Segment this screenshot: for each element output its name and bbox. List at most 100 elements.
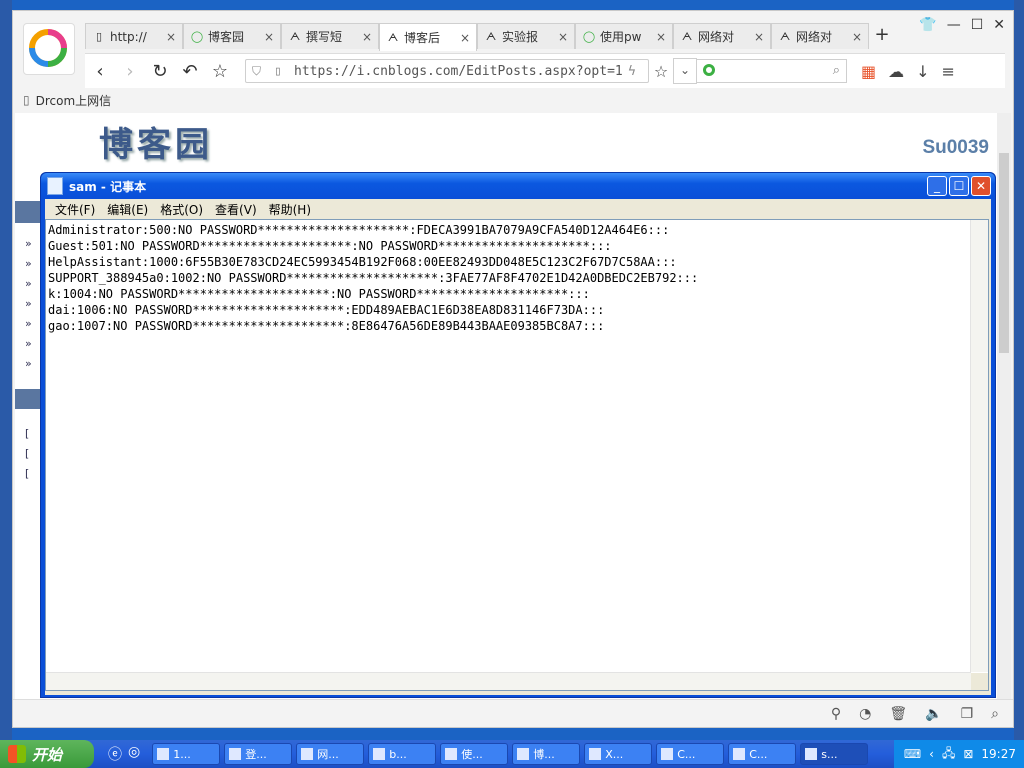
tab-5[interactable]: ◯ 使用pw × [575, 23, 673, 49]
close-icon[interactable]: × [754, 30, 764, 44]
favorite-star-icon[interactable]: ☆ [649, 62, 673, 81]
task-button[interactable]: 网... [296, 743, 365, 765]
side-link-bullet[interactable]: » [25, 277, 32, 290]
close-icon[interactable]: × [852, 30, 862, 44]
text-content[interactable]: Administrator:500:NO PASSWORD***********… [48, 222, 966, 668]
minimize-icon[interactable]: — [947, 17, 961, 33]
trash-icon[interactable]: 🗑 [889, 706, 907, 722]
menu-view[interactable]: 查看(V) [209, 201, 263, 218]
side-link-bullet[interactable]: » [25, 237, 32, 250]
url-text[interactable]: https://i.cnblogs.com/EditPosts.aspx?opt… [294, 64, 628, 79]
task-label: s... [821, 747, 838, 761]
close-icon[interactable]: × [166, 30, 176, 44]
side-link-bullet[interactable]: » [25, 337, 32, 350]
search-icon[interactable]: ⌕ [833, 63, 840, 78]
menu-file[interactable]: 文件(F) [49, 201, 101, 218]
side-link-bullet[interactable]: » [25, 357, 32, 370]
start-button[interactable]: 开始 [0, 740, 94, 768]
browser-icon[interactable]: ◎ [128, 744, 140, 764]
bookmark-item[interactable]: Drcom上网信 [36, 92, 112, 109]
speed-icon[interactable]: ◔ [859, 706, 871, 722]
menu-icon[interactable]: ≡ [942, 62, 955, 81]
tab-1[interactable]: ◯ 博客园 × [183, 23, 281, 49]
tab-0[interactable]: ▯ http:// × [85, 23, 183, 49]
task-button[interactable]: b... [368, 743, 437, 765]
close-icon[interactable]: × [264, 30, 274, 44]
download-icon[interactable]: ↓ [916, 62, 929, 81]
bookmark-star-button[interactable]: ☆ [205, 61, 235, 82]
task-label: 博... [533, 748, 555, 761]
cnblogs-logo[interactable]: 博客园 [99, 117, 213, 166]
network-icon[interactable]: 🖧 [942, 744, 955, 765]
resize-grip[interactable] [971, 673, 988, 690]
notepad-icon [301, 748, 314, 760]
tab-3[interactable]: ᗅ 博客后 × [379, 23, 477, 51]
tab-6[interactable]: ᗅ 网络对 × [673, 23, 771, 49]
forward-button[interactable]: › [115, 61, 145, 82]
task-label: C... [677, 747, 696, 761]
side-link-bullet[interactable]: » [25, 297, 32, 310]
task-button[interactable]: 博... [512, 743, 581, 765]
tab-2[interactable]: ᗅ 撰写短 × [281, 23, 379, 49]
volume-icon[interactable]: 🔈 [925, 706, 942, 722]
task-button[interactable]: X... [584, 743, 653, 765]
task-button[interactable]: 登... [224, 743, 293, 765]
close-icon[interactable]: × [558, 30, 568, 44]
zoom-icon[interactable]: ⌕ [991, 706, 999, 722]
close-icon[interactable]: × [362, 30, 372, 44]
close-icon[interactable]: ✕ [993, 17, 1005, 33]
notepad-titlebar[interactable]: sam - 记事本 [41, 173, 995, 199]
desktop-right [1014, 0, 1024, 740]
task-button[interactable]: C... [728, 743, 797, 765]
horizontal-scrollbar[interactable] [46, 672, 971, 690]
task-button[interactable]: s... [800, 743, 869, 765]
shirt-icon[interactable]: 👕 [919, 17, 936, 33]
menu-edit[interactable]: 编辑(E) [101, 201, 154, 218]
tab-4[interactable]: ᗅ 实验报 × [477, 23, 575, 49]
address-bar[interactable]: ⛉ ▯ https://i.cnblogs.com/EditPosts.aspx… [245, 59, 649, 83]
lightning-icon[interactable]: ϟ [628, 64, 642, 79]
chevron-down-icon[interactable]: ⌄ [673, 58, 697, 84]
task-label: C... [749, 747, 768, 761]
tab-7[interactable]: ᗅ 网络对 × [771, 23, 869, 49]
maximize-button[interactable]: ☐ [949, 176, 969, 196]
undo-close-button[interactable]: ↶ [175, 61, 205, 82]
ie-icon[interactable]: ⓔ [108, 744, 122, 764]
close-button[interactable]: ✕ [971, 176, 991, 196]
task-button[interactable]: 1... [152, 743, 221, 765]
side-link-bullet[interactable]: » [25, 257, 32, 270]
maximize-icon[interactable]: ☐ [971, 17, 984, 33]
vertical-scrollbar[interactable] [970, 220, 988, 672]
task-button[interactable]: 使... [440, 743, 509, 765]
close-icon[interactable]: × [656, 30, 666, 44]
back-button[interactable]: ‹ [85, 61, 115, 82]
new-tab-button[interactable]: + [869, 23, 895, 49]
security-icon[interactable]: ⊠ [963, 747, 973, 761]
apps-grid-icon[interactable]: ▦ [861, 62, 876, 81]
keyboard-icon[interactable]: ⌨ [904, 747, 921, 761]
reload-button[interactable]: ↻ [145, 61, 175, 82]
page-icon: ▯ [274, 63, 282, 79]
menu-help[interactable]: 帮助(H) [263, 201, 317, 218]
task-button[interactable]: C... [656, 743, 725, 765]
username-label[interactable]: Su0039 [922, 137, 989, 159]
page-scrollbar[interactable] [997, 113, 1011, 703]
side-link-bracket[interactable]: [ [25, 447, 29, 460]
search-input[interactable]: ⌕ [697, 59, 847, 83]
side-link-bracket[interactable]: [ [25, 467, 29, 480]
menu-format[interactable]: 格式(O) [154, 201, 209, 218]
text-editor[interactable]: Administrator:500:NO PASSWORD***********… [45, 219, 989, 691]
clock[interactable]: 19:27 [981, 747, 1016, 761]
minimize-button[interactable]: _ [927, 176, 947, 196]
window-icon[interactable]: ❐ [961, 706, 974, 722]
cloud-icon[interactable]: ☁ [888, 62, 904, 81]
browser-logo-icon[interactable] [23, 23, 75, 75]
chevron-left-icon[interactable]: ‹ [929, 747, 934, 761]
side-link-bracket[interactable]: [ [25, 427, 29, 440]
close-icon[interactable]: × [460, 31, 470, 45]
task-label: b... [389, 747, 407, 761]
task-label: 1... [173, 747, 191, 761]
side-link-bullet[interactable]: » [25, 317, 32, 330]
text-line: gao:1007:NO PASSWORD********************… [48, 319, 605, 333]
pin-icon[interactable]: ⚲ [831, 706, 841, 722]
